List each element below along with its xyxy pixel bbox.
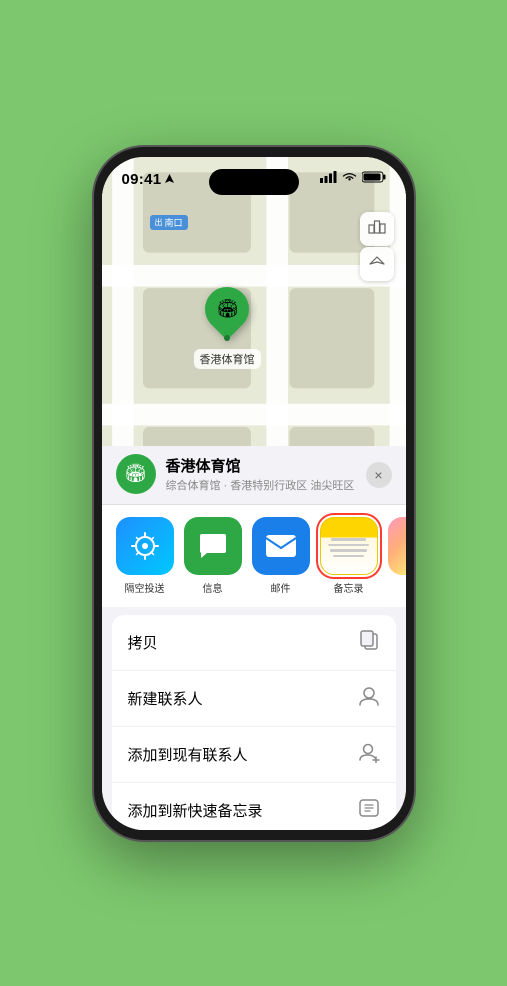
airdrop-icon xyxy=(116,517,174,575)
share-mail[interactable]: 邮件 xyxy=(252,517,310,595)
copy-icon xyxy=(358,629,380,656)
airdrop-label: 隔空投送 xyxy=(125,580,165,595)
action-add-notes[interactable]: 添加到新快速备忘录 xyxy=(112,783,396,830)
pin-label: 香港体育馆 xyxy=(194,349,261,369)
message-label: 信息 xyxy=(203,580,223,595)
share-more[interactable]: 更多 xyxy=(388,517,406,595)
location-name: 香港体育馆 xyxy=(166,455,392,476)
close-button[interactable]: × xyxy=(366,462,392,488)
add-notes-icon xyxy=(358,797,380,824)
action-copy-label: 拷贝 xyxy=(128,632,158,653)
share-message[interactable]: 信息 xyxy=(184,517,242,595)
phone-frame: 09:41 xyxy=(94,147,414,840)
bottom-sheet: 🏟 香港体育馆 综合体育馆 · 香港特别行政区 油尖旺区 × xyxy=(102,446,406,830)
location-subtitle: 综合体育馆 · 香港特别行政区 油尖旺区 xyxy=(166,477,392,493)
message-icon xyxy=(184,517,242,575)
share-row: 隔空投送 信息 xyxy=(102,505,406,607)
location-info: 香港体育馆 综合体育馆 · 香港特别行政区 油尖旺区 xyxy=(166,455,392,493)
status-time: 09:41 xyxy=(122,171,162,188)
share-notes[interactable]: 备忘录 xyxy=(320,517,378,595)
location-pin: 🏟 香港体育馆 xyxy=(194,287,261,369)
location-header: 🏟 香港体育馆 综合体育馆 · 香港特别行政区 油尖旺区 × xyxy=(102,446,406,505)
map-controls xyxy=(360,212,394,281)
location-arrow-map-icon xyxy=(369,256,385,272)
action-copy[interactable]: 拷贝 xyxy=(112,615,396,671)
wifi-icon xyxy=(342,171,357,183)
battery-icon xyxy=(362,171,386,183)
location-arrow-icon xyxy=(165,174,174,185)
dynamic-island xyxy=(209,169,299,195)
phone-screen: 09:41 xyxy=(102,157,406,830)
action-new-contact-label: 新建联系人 xyxy=(128,688,203,709)
location-icon: 🏟 xyxy=(116,454,156,494)
map-label-tag: 出 南口 xyxy=(150,215,188,230)
add-contact-icon xyxy=(358,741,380,768)
action-add-contact[interactable]: 添加到现有联系人 xyxy=(112,727,396,783)
map-type-icon xyxy=(368,220,386,238)
map-type-button[interactable] xyxy=(360,212,394,246)
action-new-contact[interactable]: 新建联系人 xyxy=(112,671,396,727)
notes-icon xyxy=(320,517,378,575)
actions-list: 拷贝 新建联系人 xyxy=(112,615,396,830)
mail-label: 邮件 xyxy=(271,580,291,595)
new-contact-icon xyxy=(358,685,380,712)
share-airdrop[interactable]: 隔空投送 xyxy=(116,517,174,595)
location-button[interactable] xyxy=(360,247,394,281)
signal-icon xyxy=(320,171,337,183)
mail-icon xyxy=(252,517,310,575)
notes-label: 备忘录 xyxy=(334,580,364,595)
action-add-notes-label: 添加到新快速备忘录 xyxy=(128,800,263,821)
status-icons xyxy=(320,171,386,183)
action-add-contact-label: 添加到现有联系人 xyxy=(128,744,248,765)
more-icon xyxy=(388,517,406,575)
